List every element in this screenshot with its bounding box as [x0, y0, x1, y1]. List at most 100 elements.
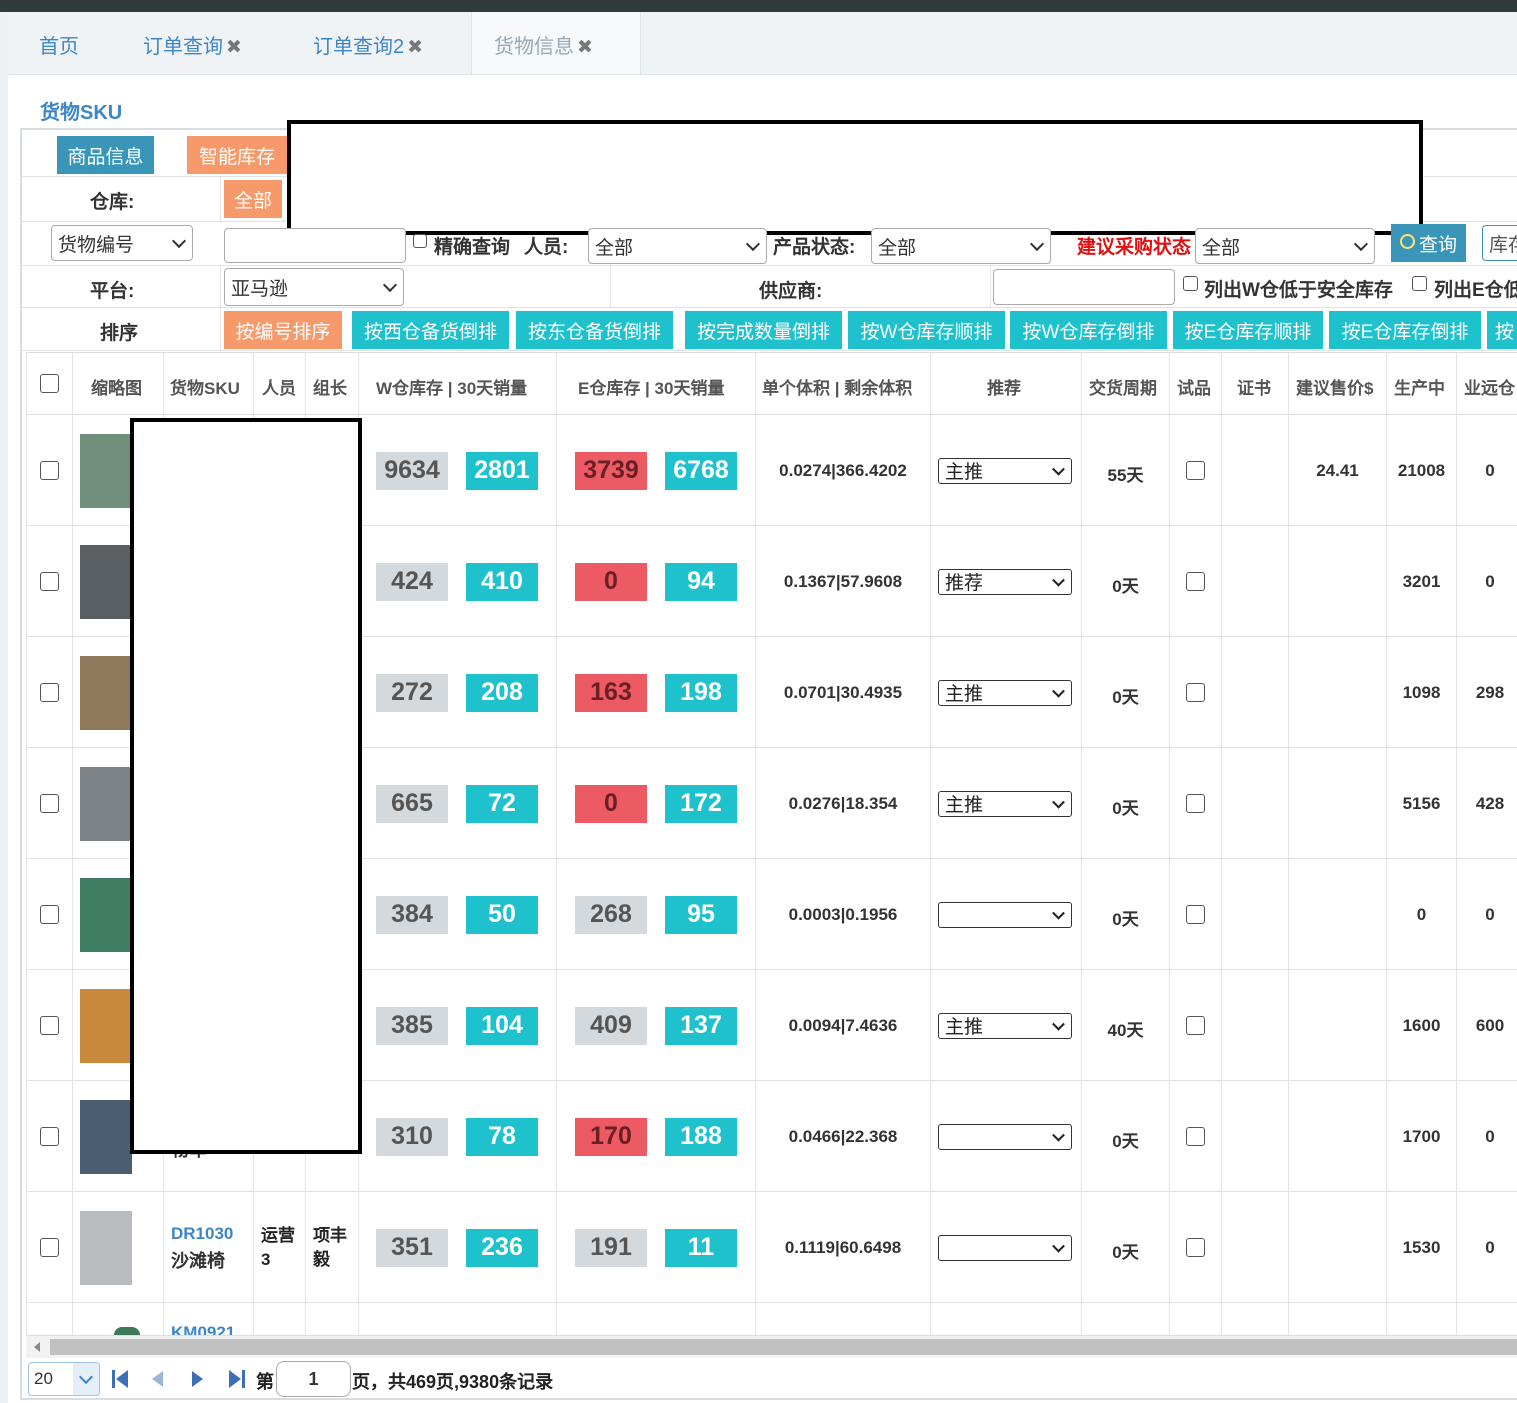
- sort-completed-desc-button[interactable]: 按完成数量倒排: [685, 311, 842, 349]
- product-thumbnail[interactable]: [80, 1099, 132, 1174]
- e-below-checkbox[interactable]: [1412, 276, 1427, 291]
- row-checkbox[interactable]: [40, 793, 59, 813]
- close-icon[interactable]: ✖: [407, 37, 423, 58]
- select-all-checkbox[interactable]: [40, 374, 59, 393]
- header-thumbnail: 缩略图: [91, 379, 142, 398]
- sample-checkbox[interactable]: [1186, 1015, 1205, 1035]
- purchase-status-select[interactable]: 全部: [1195, 228, 1375, 264]
- recommend-select[interactable]: 推荐: [938, 568, 1072, 595]
- scroll-left-arrow-icon[interactable]: [34, 1342, 40, 1352]
- partial-row-sku[interactable]: KM0921: [171, 1323, 235, 1335]
- divider: [220, 266, 221, 350]
- tab-order-query-2[interactable]: 订单查询2 ✖: [313, 30, 423, 59]
- column-divider: [1288, 353, 1289, 1335]
- sort-east-prep-desc-button[interactable]: 按东仓备货倒排: [516, 311, 673, 349]
- stock-button[interactable]: 库存: [1482, 225, 1517, 261]
- tab-goods-info[interactable]: 货物信息 ✖: [494, 30, 593, 59]
- product-thumbnail[interactable]: [80, 1210, 132, 1285]
- sample-checkbox[interactable]: [1186, 460, 1205, 480]
- exact-query-checkbox[interactable]: [413, 234, 427, 248]
- product-thumbnail[interactable]: [80, 877, 132, 952]
- product-status-select[interactable]: 全部: [871, 228, 1051, 264]
- last-page-icon[interactable]: [229, 1370, 245, 1388]
- scrollbar-thumb[interactable]: [50, 1339, 1517, 1355]
- first-page-icon[interactable]: [112, 1370, 128, 1388]
- sku-link[interactable]: DR1030: [171, 1224, 233, 1244]
- prev-page-icon[interactable]: [152, 1371, 163, 1387]
- close-icon[interactable]: ✖: [226, 37, 242, 58]
- remote-cell: 0: [1485, 460, 1495, 480]
- sort-by-code-button[interactable]: 按编号排序: [224, 311, 342, 349]
- chevron-down-icon: [1052, 795, 1065, 809]
- w-sales-badge: 236: [466, 1228, 538, 1267]
- app-top-bar: [0, 0, 1517, 12]
- producing-cell: 3201: [1402, 571, 1441, 591]
- sample-checkbox[interactable]: [1186, 1237, 1205, 1257]
- producing-cell: 5156: [1402, 793, 1441, 813]
- sort-west-prep-desc-button[interactable]: 按西仓备货倒排: [352, 311, 509, 349]
- recommend-select[interactable]: [938, 901, 1072, 928]
- row-checkbox[interactable]: [40, 904, 59, 924]
- query-button[interactable]: 查询: [1391, 224, 1466, 262]
- recommend-select[interactable]: 主推: [938, 679, 1072, 706]
- tab-home[interactable]: 首页: [39, 30, 79, 59]
- row-checkbox[interactable]: [40, 1015, 59, 1035]
- header-remote-warehouse: 业远仓: [1464, 379, 1515, 398]
- sample-checkbox[interactable]: [1186, 682, 1205, 702]
- column-divider: [755, 353, 756, 1335]
- e-stock-badge: 191: [575, 1228, 647, 1267]
- chevron-down-icon: [745, 236, 761, 252]
- sort-more-button[interactable]: 按: [1487, 311, 1517, 349]
- recommend-select[interactable]: 主推: [938, 1012, 1072, 1039]
- e-below-label: 列出E仓低: [1434, 280, 1517, 301]
- chevron-down-icon: [1052, 573, 1065, 587]
- horizontal-scrollbar[interactable]: [26, 1335, 1517, 1358]
- recommend-select[interactable]: [938, 1234, 1072, 1261]
- sort-w-stock-asc-button[interactable]: 按W仓库存顺排: [848, 311, 1005, 349]
- delivery-cell: 0天: [1112, 1131, 1139, 1151]
- row-checkbox[interactable]: [40, 682, 59, 702]
- product-info-button[interactable]: 商品信息: [57, 136, 154, 174]
- chevron-down-icon: [382, 277, 398, 293]
- search-input[interactable]: [224, 228, 406, 263]
- recommend-select[interactable]: [938, 1123, 1072, 1150]
- product-thumbnail[interactable]: [80, 766, 132, 841]
- next-page-icon[interactable]: [192, 1371, 203, 1387]
- tab-order-query[interactable]: 订单查询 ✖: [143, 30, 242, 59]
- chevron-down-icon: [171, 233, 187, 249]
- close-icon[interactable]: ✖: [577, 37, 593, 58]
- sort-e-stock-desc-button[interactable]: 按E仓库存倒排: [1329, 311, 1481, 349]
- product-thumbnail[interactable]: [80, 544, 132, 619]
- sort-e-stock-asc-button[interactable]: 按E仓库存顺排: [1173, 311, 1323, 349]
- recommend-value: 推荐: [945, 573, 984, 594]
- row-checkbox[interactable]: [40, 1126, 59, 1146]
- staff-select[interactable]: 全部: [588, 228, 767, 264]
- sample-checkbox[interactable]: [1186, 904, 1205, 924]
- sort-w-stock-desc-button[interactable]: 按W仓库存倒排: [1010, 311, 1167, 349]
- supplier-input[interactable]: [993, 269, 1175, 305]
- platform-select[interactable]: 亚马逊: [224, 268, 404, 306]
- page-size-select[interactable]: 20: [28, 1362, 100, 1396]
- remote-cell: 600: [1475, 1015, 1505, 1035]
- delivery-cell: 0天: [1112, 798, 1139, 818]
- recommend-select[interactable]: 主推: [938, 457, 1072, 484]
- chevron-down-icon: [1052, 1128, 1065, 1142]
- sample-checkbox[interactable]: [1186, 571, 1205, 591]
- recommend-select[interactable]: 主推: [938, 790, 1072, 817]
- e-stock-badge: 0: [575, 562, 647, 601]
- product-thumbnail[interactable]: [80, 655, 132, 730]
- product-thumbnail[interactable]: [80, 433, 132, 508]
- sample-checkbox[interactable]: [1186, 793, 1205, 813]
- row-checkbox[interactable]: [40, 571, 59, 591]
- sample-checkbox[interactable]: [1186, 1126, 1205, 1146]
- product-thumbnail[interactable]: [80, 988, 132, 1063]
- warehouse-all-button[interactable]: 全部: [224, 180, 282, 218]
- row-checkbox[interactable]: [40, 1237, 59, 1257]
- page-number-input[interactable]: 1: [276, 1361, 351, 1397]
- remote-cell: 0: [1485, 571, 1495, 591]
- w-below-safety-checkbox[interactable]: [1183, 276, 1198, 291]
- e-sales-badge: 11: [665, 1228, 737, 1267]
- row-checkbox[interactable]: [40, 460, 59, 480]
- field-select[interactable]: 货物编号: [51, 225, 193, 261]
- smart-stock-button[interactable]: 智能库存: [187, 136, 287, 174]
